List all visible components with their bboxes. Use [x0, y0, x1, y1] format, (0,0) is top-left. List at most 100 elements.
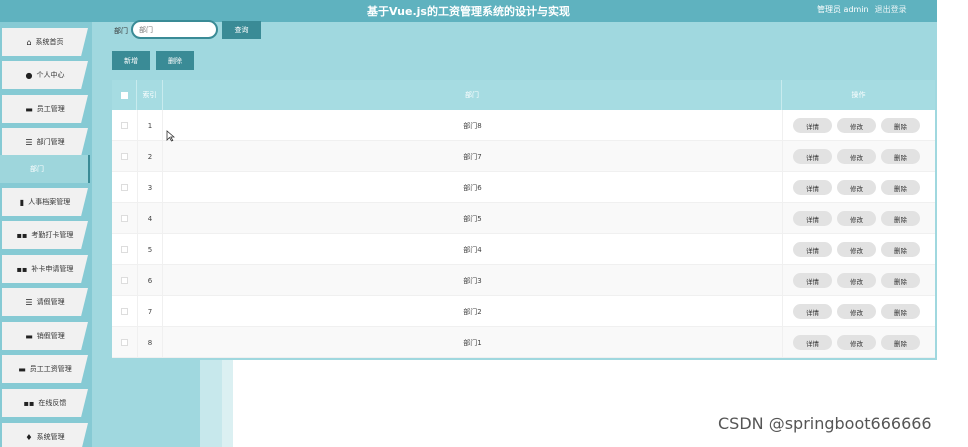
briefcase-icon: ▬ — [25, 104, 33, 114]
table-row: 7 部门2 详情 修改 删除 — [112, 296, 935, 327]
sidebar-item-makeup-clock[interactable]: ▪▪ 补卡申请管理 — [2, 255, 88, 283]
sidebar-item-employees[interactable]: ▬ 员工管理 — [2, 95, 88, 123]
sidebar-item-label: 销假管理 — [36, 332, 65, 340]
row-index: 1 — [137, 110, 163, 141]
sidebar-item-label: 员工工资管理 — [29, 365, 72, 373]
monitor-icon: ▬ — [18, 364, 26, 374]
sidebar-item-label: 人事档案管理 — [28, 198, 71, 206]
edit-button[interactable]: 修改 — [837, 118, 876, 133]
app-title: 基于Vue.js的工资管理系统的设计与实现 — [367, 5, 570, 18]
edit-button[interactable]: 修改 — [837, 273, 876, 288]
select-all-checkbox[interactable] — [120, 91, 128, 99]
sidebar-item-leave[interactable]: ☰ 请假管理 — [2, 288, 88, 316]
delete-button[interactable]: 删除 — [881, 273, 920, 288]
row-index: 5 — [137, 234, 163, 265]
row-checkbox[interactable] — [121, 339, 128, 346]
sidebar-item-label: 员工管理 — [36, 105, 65, 113]
sidebar-item-departments[interactable]: ☰ 部门管理 — [2, 128, 88, 156]
logout-link[interactable]: 退出登录 — [875, 4, 907, 15]
sidebar-item-profile[interactable]: ● 个人中心 — [2, 61, 88, 89]
delete-button[interactable]: 删除 — [881, 149, 920, 164]
table-row: 6 部门3 详情 修改 删除 — [112, 265, 935, 296]
row-checkbox[interactable] — [121, 215, 128, 222]
sidebar-item-label: 系统首页 — [35, 38, 64, 46]
sidebar-item-leave-cancel[interactable]: ▬ 销假管理 — [2, 322, 88, 350]
edit-button[interactable]: 修改 — [837, 242, 876, 257]
row-checkbox[interactable] — [121, 122, 128, 129]
search-button[interactable]: 查询 — [222, 21, 261, 39]
detail-button[interactable]: 详情 — [793, 211, 832, 226]
detail-button[interactable]: 详情 — [793, 273, 832, 288]
sidebar-item-system[interactable]: ♦ 系统管理 — [2, 423, 88, 447]
delete-button[interactable]: 删除 — [881, 304, 920, 319]
sidebar-item-salary[interactable]: ▬ 员工工资管理 — [2, 355, 88, 383]
detail-button[interactable]: 详情 — [793, 118, 832, 133]
detail-button[interactable]: 详情 — [793, 149, 832, 164]
sidebar-subitem-department[interactable]: 部门 — [0, 155, 90, 183]
column-header-ops: 操作 — [851, 91, 866, 99]
sidebar-item-hr-records[interactable]: ▮ 人事档案管理 — [2, 188, 88, 216]
list-icon: ☰ — [25, 297, 33, 307]
sidebar-item-label: 补卡申请管理 — [31, 265, 74, 273]
delete-button[interactable]: 删除 — [881, 118, 920, 133]
row-dept: 部门6 — [463, 183, 482, 192]
detail-button[interactable]: 详情 — [793, 304, 832, 319]
home-icon: ⌂ — [26, 37, 32, 47]
detail-button[interactable]: 详情 — [793, 335, 832, 350]
edit-button[interactable]: 修改 — [837, 211, 876, 226]
sidebar-item-label: 系统管理 — [36, 433, 65, 441]
add-button[interactable]: 新增 — [112, 51, 150, 70]
column-header-dept[interactable]: 部门 — [163, 80, 782, 110]
sidebar-item-attendance[interactable]: ▪▪ 考勤打卡管理 — [2, 221, 88, 249]
row-dept: 部门3 — [463, 276, 482, 285]
row-dept: 部门7 — [463, 152, 482, 161]
watermark: CSDN @springboot666666 — [718, 414, 932, 433]
sidebar-item-label: 考勤打卡管理 — [31, 231, 74, 239]
row-index: 4 — [137, 203, 163, 234]
sidebar-item-label: 请假管理 — [36, 298, 65, 306]
row-index: 6 — [137, 265, 163, 296]
sidebar-item-home[interactable]: ⌂ 系统首页 — [2, 28, 88, 56]
mouse-cursor-icon — [166, 130, 175, 142]
row-checkbox[interactable] — [121, 153, 128, 160]
table-row: 4 部门5 详情 修改 删除 — [112, 203, 935, 234]
user-area: 管理员 admin 退出登录 — [817, 4, 937, 15]
edit-button[interactable]: 修改 — [837, 335, 876, 350]
user-name: 管理员 admin — [817, 5, 869, 14]
sidebar-item-feedback[interactable]: ▪▪ 在线反馈 — [2, 389, 88, 417]
row-dept: 部门4 — [463, 245, 482, 254]
delete-button[interactable]: 删除 — [881, 180, 920, 195]
content-area-lower-strip — [200, 360, 222, 447]
row-index: 8 — [137, 327, 163, 358]
edit-button[interactable]: 修改 — [837, 149, 876, 164]
table-row: 1 部门8 详情 修改 删除 — [112, 110, 935, 141]
edit-button[interactable]: 修改 — [837, 304, 876, 319]
list-icon: ☰ — [25, 137, 33, 147]
delete-button[interactable]: 删除 — [881, 335, 920, 350]
detail-button[interactable]: 详情 — [793, 242, 832, 257]
content-area-lower — [92, 360, 200, 447]
row-dept: 部门2 — [463, 307, 482, 316]
search-input[interactable] — [131, 20, 218, 39]
row-checkbox[interactable] — [121, 246, 128, 253]
file-icon: ▮ — [19, 197, 25, 207]
row-index: 7 — [137, 296, 163, 327]
delete-button[interactable]: 删除 — [881, 242, 920, 257]
row-checkbox[interactable] — [121, 308, 128, 315]
row-dept: 部门8 — [463, 121, 482, 130]
top-header: 基于Vue.js的工资管理系统的设计与实现 管理员 admin 退出登录 — [0, 0, 937, 22]
edit-button[interactable]: 修改 — [837, 180, 876, 195]
grid-icon: ▪▪ — [16, 230, 28, 240]
sidebar-item-label: 个人中心 — [36, 71, 65, 79]
row-checkbox[interactable] — [121, 184, 128, 191]
detail-button[interactable]: 详情 — [793, 180, 832, 195]
grid-icon: ▪▪ — [23, 398, 35, 408]
sidebar-item-label: 部门管理 — [36, 138, 65, 146]
row-index: 3 — [137, 172, 163, 203]
delete-button[interactable]: 删除 — [881, 211, 920, 226]
column-header-index[interactable]: 索引 — [137, 80, 163, 110]
search-label: 部门 — [114, 27, 128, 35]
row-dept: 部门5 — [463, 214, 482, 223]
bulk-delete-button[interactable]: 删除 — [156, 51, 194, 70]
row-checkbox[interactable] — [121, 277, 128, 284]
